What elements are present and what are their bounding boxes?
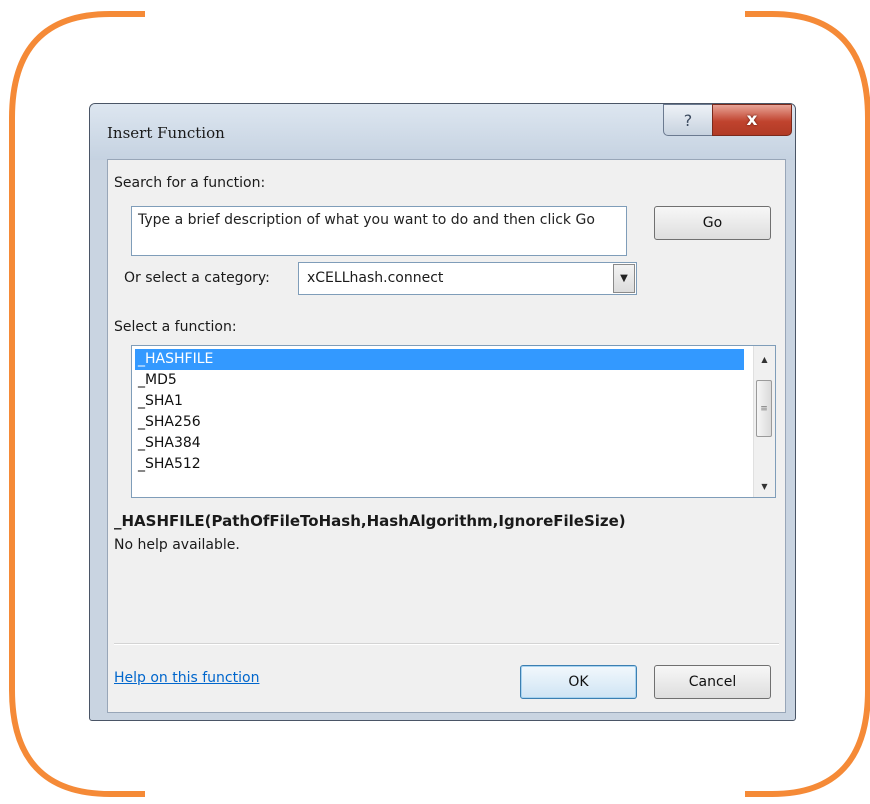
scroll-up-arrow[interactable]: ▲ [754, 349, 775, 369]
close-icon: x [746, 110, 758, 130]
cancel-button[interactable]: Cancel [654, 665, 771, 699]
ok-button[interactable]: OK [520, 665, 637, 699]
category-value: xCELLhash.connect [307, 270, 444, 286]
close-button[interactable]: x [712, 104, 792, 136]
arrow-up-icon: ▲ [761, 354, 768, 364]
screenshot-stage: Insert Function ? x Search for a functio… [0, 0, 870, 804]
category-dropdown[interactable]: xCELLhash.connect ▼ [298, 262, 637, 295]
scroll-thumb[interactable]: ≡ [756, 380, 772, 437]
footer-divider [114, 643, 779, 645]
category-label: Or select a category: [124, 270, 270, 286]
function-item-sha256[interactable]: _SHA256 [135, 412, 744, 433]
search-input[interactable]: Type a brief description of what you wan… [131, 206, 627, 256]
search-label: Search for a function: [114, 175, 266, 191]
dropdown-arrow-button[interactable]: ▼ [613, 264, 635, 293]
insert-function-dialog: Insert Function ? x Search for a functio… [89, 103, 796, 721]
help-button[interactable]: ? [663, 104, 713, 136]
function-list[interactable]: _HASHFILE _MD5 _SHA1 _SHA256 _SHA384 _SH… [131, 345, 776, 498]
dialog-title: Insert Function [107, 124, 225, 142]
function-list-scrollbar[interactable]: ▲ ≡ ▼ [753, 346, 775, 497]
go-button[interactable]: Go [654, 206, 771, 240]
function-list-label: Select a function: [114, 319, 237, 335]
function-signature: _HASHFILE(PathOfFileToHash,HashAlgorithm… [114, 512, 626, 530]
title-bar: Insert Function ? x [90, 104, 795, 160]
scroll-down-arrow[interactable]: ▼ [754, 476, 775, 496]
grip-icon: ≡ [760, 403, 768, 414]
chevron-down-icon: ▼ [620, 273, 628, 284]
arrow-down-icon: ▼ [761, 481, 768, 491]
question-mark-icon: ? [683, 110, 693, 130]
function-item-sha512[interactable]: _SHA512 [135, 454, 744, 475]
help-on-function-link[interactable]: Help on this function [114, 670, 259, 686]
dialog-body: Search for a function: Type a brief desc… [107, 159, 786, 713]
function-item-md5[interactable]: _MD5 [135, 370, 744, 391]
function-description: No help available. [114, 537, 240, 553]
function-item-sha384[interactable]: _SHA384 [135, 433, 744, 454]
function-item-sha1[interactable]: _SHA1 [135, 391, 744, 412]
function-item-hashfile[interactable]: _HASHFILE [135, 349, 744, 370]
